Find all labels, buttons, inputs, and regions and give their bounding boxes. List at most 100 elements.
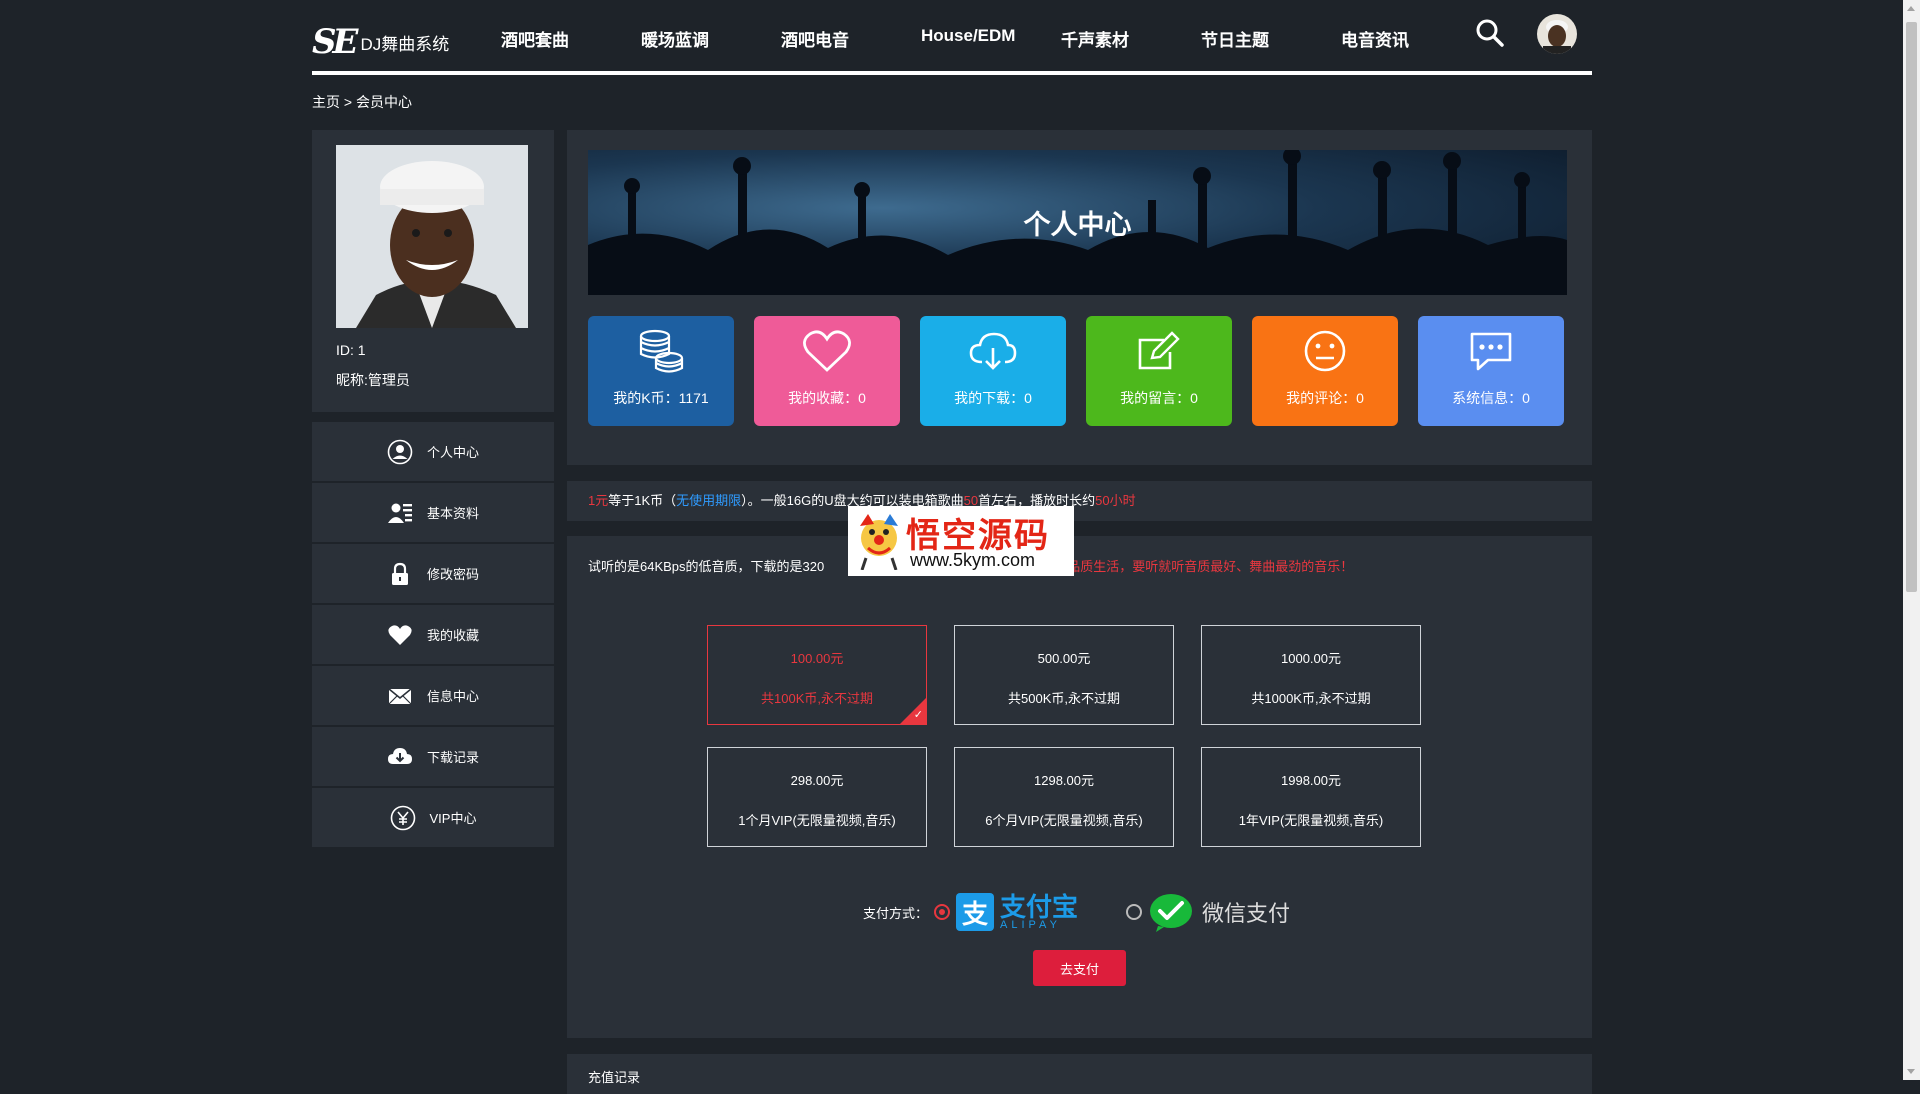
plan-desc: 1个月VIP(无限量视频,音乐): [738, 813, 896, 828]
plan-option[interactable]: 500.00元 共500K币,永不过期: [954, 625, 1174, 725]
menu-item-personal-center[interactable]: 个人中心: [312, 422, 554, 481]
watermark-url: www.5kym.com: [910, 550, 1036, 570]
tile-system-info[interactable]: 系统信息：0: [1418, 316, 1564, 426]
plan-option[interactable]: 1000.00元 共1000K币,永不过期: [1201, 625, 1421, 725]
nav-item-edm-news[interactable]: 电音资讯: [1341, 26, 1409, 51]
site-logo[interactable]: SE DJ舞曲系统: [312, 22, 449, 62]
notice-part: 1元: [588, 493, 609, 508]
plan-price: 100.00元: [790, 651, 844, 666]
plan-desc: 1年VIP(无限量视频,音乐): [1238, 813, 1384, 828]
menu-label: 个人中心: [426, 445, 479, 460]
plan-price: 1298.00元: [1034, 773, 1094, 788]
chat-icon: [1418, 328, 1564, 374]
page-scrollbar[interactable]: [1903, 0, 1920, 1080]
nav-item-warmup-blues[interactable]: 暖场蓝调: [641, 26, 709, 51]
payment-method-label: 支付方式：: [863, 905, 929, 921]
menu-item-download-history[interactable]: 下载记录: [312, 727, 554, 786]
menu-item-basic-info[interactable]: 基本资料: [312, 483, 554, 542]
alipay-cn: 支付宝: [1000, 891, 1079, 922]
search-icon[interactable]: [1475, 18, 1505, 53]
envelope-icon: [387, 683, 413, 709]
edit-icon: [1086, 328, 1232, 374]
nav-item-sound-material[interactable]: 千声素材: [1061, 26, 1129, 51]
user-avatar[interactable]: [1537, 14, 1577, 54]
tile-comments[interactable]: 我的评论：0: [1252, 316, 1398, 426]
yen-icon: [390, 805, 416, 831]
menu-item-message-center[interactable]: 信息中心: [312, 666, 554, 725]
menu-label: 修改密码: [426, 567, 479, 582]
cloud-download-icon: [387, 744, 413, 770]
tile-label: 我的评论：0: [1286, 390, 1364, 406]
plan-price: 1998.00元: [1281, 773, 1341, 788]
exchange-notice: 1元等于1K币（无使用期限）。一般16G的U盘大约可以装电箱歌曲50首左右，播放…: [567, 481, 1592, 521]
wechat-icon: [1150, 894, 1193, 932]
recharge-history-title: 充值记录: [588, 1070, 641, 1085]
tile-label: 我的下载：0: [954, 390, 1032, 406]
menu-item-vip-center[interactable]: VIP中心: [312, 788, 554, 847]
menu-label: 下载记录: [426, 750, 479, 765]
alipay-radio[interactable]: [934, 904, 951, 920]
desc-a: 试听的是64KBps的低音质，下载的是320: [588, 559, 825, 574]
tile-favorites[interactable]: 我的收藏：0: [754, 316, 900, 426]
plan-desc: 共1000K币,永不过期: [1251, 691, 1371, 706]
tile-label: 我的K币：1171: [613, 390, 709, 406]
plan-option[interactable]: 1998.00元 1年VIP(无限量视频,音乐): [1201, 747, 1421, 847]
nav-item-holiday-theme[interactable]: 节日主题: [1201, 26, 1269, 51]
recharge-panel: 试听的是64KBps的低音质，下载的是320 高品质生活，要听就听音质最好、舞曲最…: [567, 506, 1592, 1038]
menu-label: VIP中心: [429, 811, 477, 826]
smile-icon: [1252, 328, 1398, 374]
heart-outline-icon: [754, 328, 900, 374]
wechat-pay-label: 微信支付: [1202, 901, 1291, 926]
heart-icon: [387, 622, 413, 648]
breadcrumb: 主页 > 会员中心: [312, 94, 412, 110]
logo-text: DJ舞曲系统: [360, 34, 450, 54]
scrollbar-thumb[interactable]: [1906, 22, 1917, 592]
tile-label: 我的收藏：0: [788, 390, 866, 406]
scroll-up-icon[interactable]: [1907, 6, 1915, 11]
plan-option[interactable]: 100.00元 共100K币,永不过期 ✓: [707, 625, 927, 725]
scroll-down-icon[interactable]: [1907, 1069, 1915, 1074]
wechat-pay-logo[interactable]: 微信支付: [1148, 892, 1290, 932]
profile-card-icon: [387, 500, 413, 526]
recharge-history: 充值记录: [567, 1054, 1592, 1094]
watermark: 悟空源码 www.5kym.com: [848, 506, 1074, 576]
desc-b: 高品质生活，要听就听音质最好、舞曲最劲的音乐！: [1054, 559, 1354, 574]
notice-part: 50小时: [1095, 493, 1136, 508]
alipay-logo[interactable]: 支 支付宝 ALIPAY: [956, 893, 1078, 931]
menu-item-change-password[interactable]: 修改密码: [312, 544, 554, 603]
menu-item-favorites[interactable]: 我的收藏: [312, 605, 554, 664]
alipay-icon: 支: [956, 893, 995, 931]
wechat-radio[interactable]: [1126, 904, 1143, 920]
tile-label: 系统信息：0: [1452, 390, 1530, 406]
header-divider: [312, 71, 1592, 75]
notice-part: 无使用期限: [676, 493, 742, 508]
banner-title: 个人中心: [1023, 210, 1132, 240]
user-id: ID: 1: [336, 342, 366, 358]
nav-item-bar-electro[interactable]: 酒吧电音: [781, 26, 849, 51]
pay-button[interactable]: 去支付: [1033, 950, 1126, 986]
user-circle-icon: [387, 439, 413, 465]
tile-label: 我的留言：0: [1120, 390, 1198, 406]
payment-method: 支付方式： 支 支付宝 ALIPAY 微信支付: [863, 892, 1290, 932]
notice-part: 等于1K币（: [608, 493, 677, 508]
plan-desc: 6个月VIP(无限量视频,音乐): [985, 813, 1143, 828]
tile-downloads[interactable]: 我的下载：0: [920, 316, 1066, 426]
side-menu: 个人中心 基本资料 修改密码 我的收藏 信息中心 下载记录 VIP中心: [312, 422, 554, 849]
header: SE DJ舞曲系统 酒吧套曲 暖场蓝调 酒吧电音 House/EDM 千声素材 …: [312, 0, 1592, 76]
coins-icon: [588, 328, 734, 374]
nav-item-house-edm[interactable]: House/EDM: [921, 26, 1015, 46]
clown-icon: [860, 514, 898, 570]
tile-kcoins[interactable]: 我的K币：1171: [588, 316, 734, 426]
menu-label: 基本资料: [426, 506, 479, 521]
plan-option[interactable]: 298.00元 1个月VIP(无限量视频,音乐): [707, 747, 927, 847]
cloud-download-icon: [920, 328, 1066, 374]
dashboard-panel: 个人中心 我的K币：1171 我的收藏：0 我的下载：0 我的留言：0 我的评论…: [567, 130, 1592, 465]
nav-item-bar-sets[interactable]: 酒吧套曲: [501, 26, 569, 51]
menu-label: 我的收藏: [426, 628, 479, 643]
tile-messages[interactable]: 我的留言：0: [1086, 316, 1232, 426]
menu-label: 信息中心: [426, 689, 479, 704]
profile-photo: [336, 145, 528, 328]
user-nickname: 昵称:管理员: [336, 372, 410, 388]
plan-option[interactable]: 1298.00元 6个月VIP(无限量视频,音乐): [954, 747, 1174, 847]
lock-icon: [387, 561, 413, 587]
